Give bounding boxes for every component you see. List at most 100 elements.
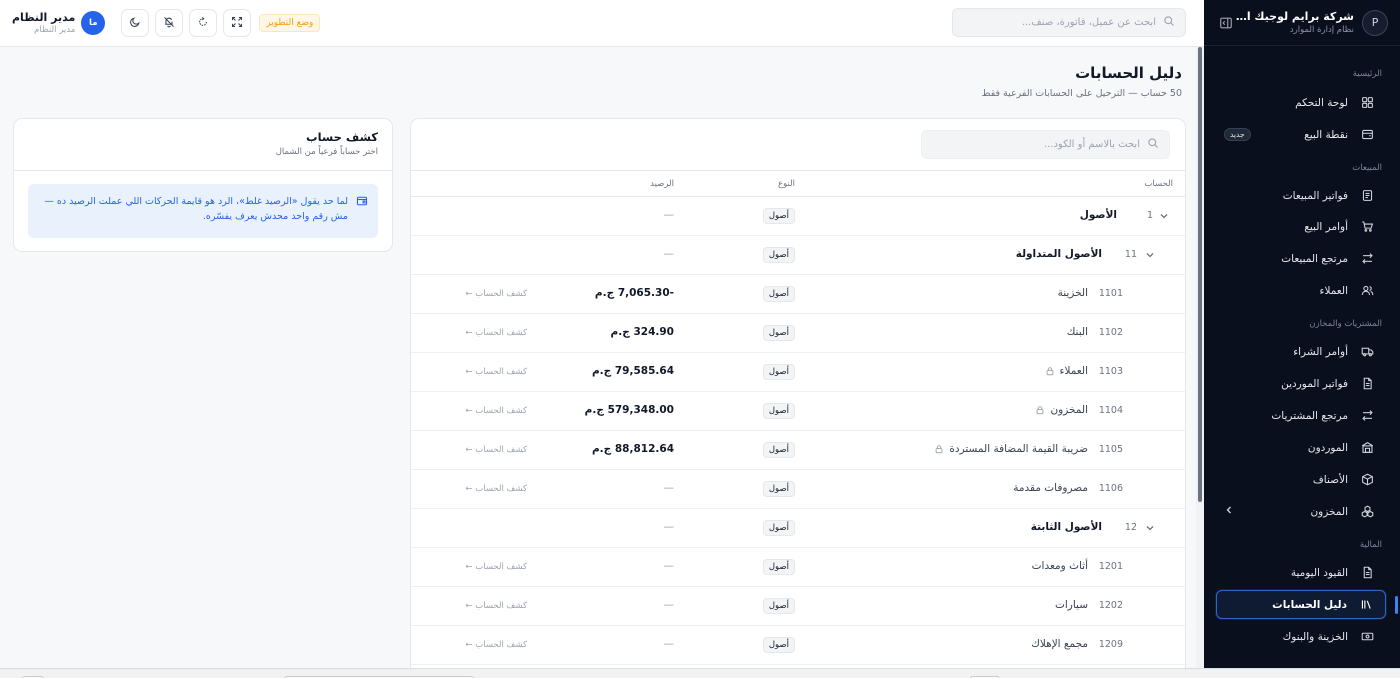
sidebar-item-sales-orders[interactable]: أوامر البيع [1216,212,1386,241]
search-icon [1140,137,1159,152]
table-row[interactable]: 1102 البنك أصول 324.90 ج.م كشف الحساب ← [411,314,1185,353]
moon-icon [129,16,141,31]
sidebar-item-supplier-invoices[interactable]: فواتير الموردين [1216,369,1386,398]
avatar[interactable]: ما [81,11,106,35]
account-code: 1201 [1098,561,1123,572]
scrollbar-thumb[interactable] [1198,47,1202,502]
statement-card: كشف حساب اختر حساباً فرعياً من الشمال لم… [13,118,393,252]
sidebar-item-treasury[interactable]: الخزينة والبنوك [1216,622,1386,651]
notifications-button[interactable] [155,9,184,37]
account-statement-link[interactable]: كشف الحساب ← [465,562,527,572]
document-icon [1360,377,1374,391]
account-statement-link[interactable]: كشف الحساب ← [465,328,527,338]
active-indicator [1395,596,1398,614]
page-subtitle: 50 حساب — الترحيل على الحسابات الفرعية ف… [981,88,1182,99]
account-code: 12 [1124,522,1137,533]
table-row[interactable]: 1209 مجمع الإهلاك أصول — كشف الحساب ← [411,626,1185,665]
account-statement-link[interactable]: كشف الحساب ← [465,289,527,299]
sidebar-item-sales-invoices[interactable]: فواتير المبيعات [1216,181,1386,210]
sidebar-item-label: الخزينة والبنوك [1282,630,1348,643]
chevron-down-icon[interactable] [1144,249,1156,261]
chevron-down-icon[interactable] [1158,210,1170,222]
theme-toggle-button[interactable] [121,9,150,37]
account-name: مجمع الإهلاك [1031,638,1088,650]
sidebar: P شركة برايم لوجيك التجر... نظام إدارة ا… [1204,0,1400,668]
account-balance: — [663,521,675,533]
sidebar-item-label: مرتجع المبيعات [1281,252,1348,265]
table-row[interactable]: 1202 سيارات أصول — كشف الحساب ← [411,587,1185,626]
sidebar-item-label: مرتجع المشتريات [1271,409,1348,422]
account-code: 1202 [1098,600,1123,611]
account-name: سيارات [1054,599,1088,611]
refresh-button[interactable] [189,9,218,37]
brand-logo: P [1362,9,1388,36]
account-balance: 79,585.64 ج.م [591,365,674,377]
account-statement-link[interactable]: كشف الحساب ← [465,601,527,611]
users-icon [1360,284,1374,298]
account-statement-link[interactable]: كشف الحساب ← [465,445,527,455]
table-row[interactable]: 1105 ضريبة القيمة المضافة المستردة أصول … [411,431,1185,470]
bottom-taskbar [0,668,1400,678]
table-row[interactable]: 1106 مصروفات مقدمة أصول — كشف الحساب ← [411,470,1185,509]
table-row[interactable]: 1 الأصول أصول — [411,197,1185,236]
table-row[interactable]: 1101 الخزينة أصول -7,065.30 ج.م كشف الحس… [411,275,1185,314]
table-row[interactable]: 1103 العملاء أصول 79,585.64 ج.م كشف الحس… [411,353,1185,392]
sidebar-item-purchase-orders[interactable]: أوامر الشراء [1216,337,1386,366]
sidebar-header: P شركة برايم لوجيك التجر... نظام إدارة ا… [1204,0,1400,46]
accounts-search-input[interactable]: ابحث بالاسم أو الكود... [921,130,1170,159]
account-balance: — [663,599,675,611]
collapse-sidebar-icon[interactable] [1218,15,1234,31]
type-badge: أصول [762,637,795,653]
account-statement-link[interactable]: كشف الحساب ← [465,484,527,494]
chevron-down-icon[interactable] [1144,522,1156,534]
statement-subtitle: اختر حساباً فرعياً من الشمال [275,147,378,157]
sidebar-item-label: أوامر البيع [1304,220,1348,233]
sidebar-item-chart-of-accounts[interactable]: دليل الحسابات [1216,590,1386,619]
account-statement-link[interactable]: كشف الحساب ← [465,640,527,650]
type-badge: أصول [762,520,795,536]
info-callout: لما حد يقول «الرصيد غلط»، الرد هو قايمة … [28,184,378,238]
sidebar-item-dashboard[interactable]: لوحة التحكم [1216,88,1386,117]
document-icon [1360,566,1374,580]
table-row[interactable]: 1201 أثاث ومعدات أصول — كشف الحساب ← [411,548,1185,587]
sidebar-item-pos[interactable]: نقطة البيع جديد [1216,120,1386,149]
account-balance: 579,348.00 ج.م [584,404,674,416]
sidebar-item-items[interactable]: الأصناف [1216,465,1386,494]
table-row[interactable]: 12 الأصول الثابتة أصول — [411,509,1185,548]
dev-mode-badge: وضع التطوير [259,14,321,32]
global-search-placeholder: ابحث عن عميل، فاتورة، صنف... [1021,17,1156,28]
account-balance: — [663,482,675,494]
sidebar-item-sales-returns[interactable]: مرتجع المبيعات [1216,244,1386,273]
invoice-icon [1360,189,1374,203]
type-badge: أصول [762,247,795,263]
sidebar-item-journal[interactable]: القيود اليومية [1216,558,1386,587]
sidebar-item-suppliers[interactable]: الموردون [1216,433,1386,462]
account-name: الأصول الثابتة [1030,521,1102,533]
banknote-icon [1360,630,1374,644]
sidebar-item-customers[interactable]: العملاء [1216,276,1386,305]
table-row[interactable]: 11 الأصول المتداولة أصول — [411,236,1185,275]
page-title: دليل الحسابات [1075,64,1182,82]
table-header: الحساب النوع الرصيد [411,170,1185,197]
account-name-wrap: المخزون [1035,404,1088,416]
fullscreen-button[interactable] [223,9,252,37]
library-icon [1359,598,1373,612]
chevron-left-icon [1224,505,1234,518]
cart-icon [1360,220,1374,234]
type-badge: أصول [762,286,795,302]
account-code: 1209 [1098,639,1123,650]
swap-icon [1360,252,1374,266]
table-row[interactable]: 1104 المخزون أصول 579,348.00 ج.م كشف الح… [411,392,1185,431]
user-menu[interactable]: مدير النظام مدير النظام ما [12,11,106,35]
section-home: الرئيسية [1352,69,1382,79]
sidebar-item-inventory[interactable]: المخزون [1216,497,1386,526]
sidebar-item-purchase-returns[interactable]: مرتجع المشتريات [1216,401,1386,430]
account-balance: — [663,248,675,260]
lock-icon [1035,405,1045,415]
account-name: البنك [1066,326,1088,338]
global-search-input[interactable]: ابحث عن عميل، فاتورة، صنف... [952,8,1186,37]
sidebar-item-label: لوحة التحكم [1295,96,1348,109]
expand-icon [231,16,243,31]
account-statement-link[interactable]: كشف الحساب ← [465,406,527,416]
account-statement-link[interactable]: كشف الحساب ← [465,367,527,377]
